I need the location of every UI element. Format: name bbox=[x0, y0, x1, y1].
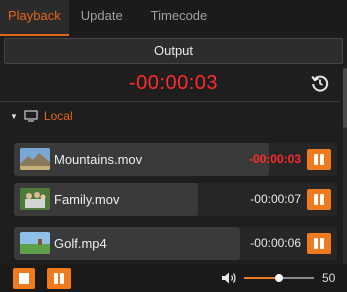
pause-button[interactable] bbox=[307, 189, 331, 210]
clip-name: Golf.mp4 bbox=[54, 236, 107, 251]
clip-name: Mountains.mov bbox=[54, 152, 143, 167]
volume-slider[interactable] bbox=[244, 274, 314, 282]
local-label: Local bbox=[43, 109, 73, 123]
tab-timecode[interactable]: Timecode bbox=[131, 0, 216, 36]
clip-remaining-time: -00:00:06 bbox=[250, 236, 301, 250]
thumbnail-golf bbox=[20, 232, 50, 254]
pause-button[interactable] bbox=[307, 149, 331, 170]
volume-knob[interactable] bbox=[275, 274, 283, 282]
clip-item-golf[interactable]: Golf.mp4 -00:00:06 bbox=[14, 227, 337, 260]
stop-button[interactable] bbox=[13, 268, 35, 289]
scrollbar[interactable] bbox=[343, 68, 347, 264]
clip-item-mountains[interactable]: Mountains.mov -00:00:03 bbox=[14, 143, 337, 176]
volume-value: 50 bbox=[322, 271, 336, 285]
pause-button[interactable] bbox=[307, 233, 331, 254]
thumbnail-family bbox=[20, 188, 50, 210]
countdown-timer: -00:00:03 bbox=[128, 72, 218, 94]
output-button[interactable]: Output bbox=[4, 38, 343, 64]
clip-item-family[interactable]: Family.mov -00:00:07 bbox=[14, 183, 337, 216]
footer-controls: 50 bbox=[0, 264, 347, 292]
clip-remaining-time: -00:00:03 bbox=[248, 152, 301, 166]
caret-down-icon: ▼ bbox=[10, 111, 18, 121]
tab-bar: Playback Update Timecode bbox=[0, 0, 347, 36]
tab-update[interactable]: Update bbox=[69, 0, 131, 36]
pause-all-button[interactable] bbox=[47, 268, 71, 289]
clip-remaining-time: -00:00:07 bbox=[250, 192, 301, 206]
reset-clock-icon[interactable] bbox=[310, 73, 330, 93]
scrollbar-thumb[interactable] bbox=[343, 68, 347, 128]
thumbnail-mountains bbox=[20, 148, 50, 170]
volume-fill bbox=[244, 277, 279, 279]
divider bbox=[0, 101, 340, 102]
speaker-icon[interactable] bbox=[221, 271, 237, 285]
tab-playback[interactable]: Playback bbox=[0, 0, 69, 36]
clip-name: Family.mov bbox=[54, 192, 120, 207]
local-section-header[interactable]: ▼ Local bbox=[10, 107, 73, 125]
monitor-icon bbox=[24, 110, 38, 122]
